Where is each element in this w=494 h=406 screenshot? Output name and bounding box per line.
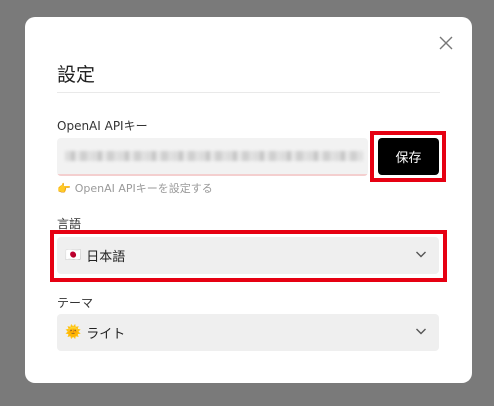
language-selected-value: 日本語 xyxy=(86,250,126,265)
api-key-label: OpenAI APIキー xyxy=(57,119,148,133)
dialog-title: 設定 xyxy=(57,64,96,86)
japan-flag-icon: 🇯🇵 xyxy=(65,248,82,263)
hint-text: OpenAI APIキーを設定する xyxy=(74,182,213,195)
api-key-input[interactable] xyxy=(57,138,368,176)
api-key-hint: 👉 OpenAI APIキーを設定する xyxy=(57,180,213,196)
theme-selected-value: ライト xyxy=(86,327,126,342)
theme-select[interactable]: 🌞 ライト xyxy=(57,314,439,351)
sun-icon: 🌞 xyxy=(65,325,82,340)
save-button[interactable]: 保存 xyxy=(378,138,439,175)
language-select[interactable]: 🇯🇵 日本語 xyxy=(57,237,439,274)
pointing-hand-icon: 👉 xyxy=(57,181,71,195)
chevron-down-icon xyxy=(415,248,427,264)
close-icon[interactable] xyxy=(436,33,456,53)
title-divider xyxy=(57,92,440,93)
masked-api-key xyxy=(65,151,363,161)
theme-label: テーマ xyxy=(57,296,94,310)
chevron-down-icon xyxy=(415,325,427,341)
